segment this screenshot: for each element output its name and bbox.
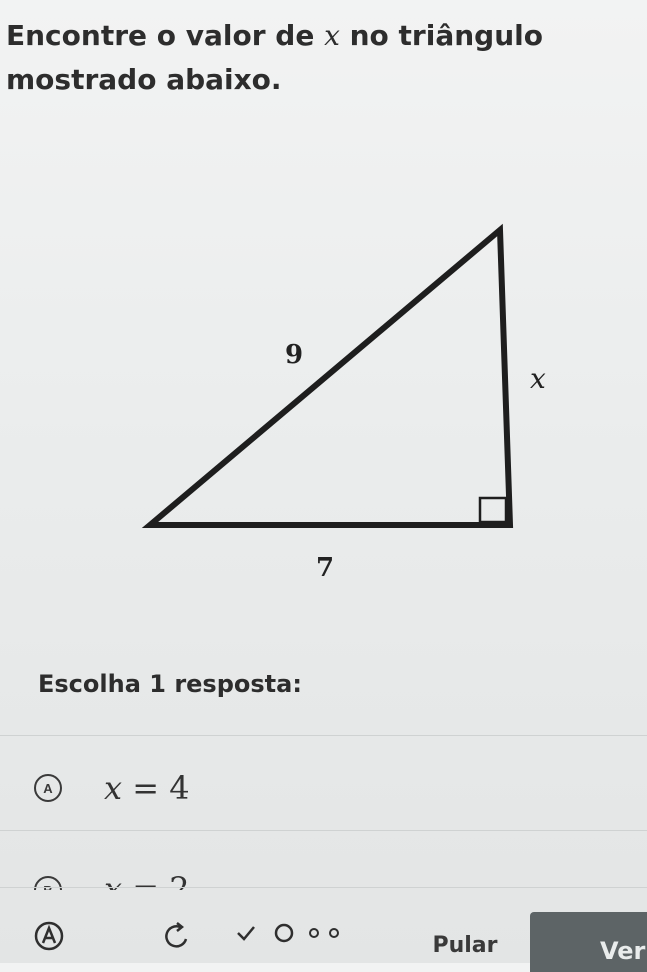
option-letter-a: A: [34, 774, 62, 802]
verify-button[interactable]: Ver: [530, 912, 647, 972]
retry-icon[interactable]: [160, 919, 194, 953]
option-a-variable: x: [104, 769, 123, 807]
divider: [0, 830, 647, 831]
answer-option-b[interactable]: B x = 2: [30, 850, 630, 890]
skip-button[interactable]: Pular: [405, 928, 525, 963]
right-angle-marker: [478, 496, 508, 524]
option-a-text: x = 4: [104, 769, 190, 807]
progress-indicator-icon: [237, 923, 339, 943]
question-text-start: Encontre o valor de: [6, 19, 325, 52]
question-variable: x: [324, 19, 340, 52]
divider: [0, 887, 647, 888]
right-triangle-figure: 9 x 7: [141, 223, 546, 583]
triangle: [141, 223, 514, 528]
base-label: 7: [316, 553, 334, 583]
question-text: Encontre o valor de x no triângulo mostr…: [6, 14, 626, 102]
option-a-value: = 4: [122, 769, 190, 807]
scratchpad-icon[interactable]: [32, 919, 66, 953]
vertical-side-label: x: [530, 362, 546, 395]
hypotenuse-label: 9: [285, 340, 303, 370]
answer-option-a[interactable]: A x = 4: [30, 758, 630, 818]
answer-prompt: Escolha 1 resposta:: [38, 670, 302, 698]
divider: [0, 735, 647, 736]
